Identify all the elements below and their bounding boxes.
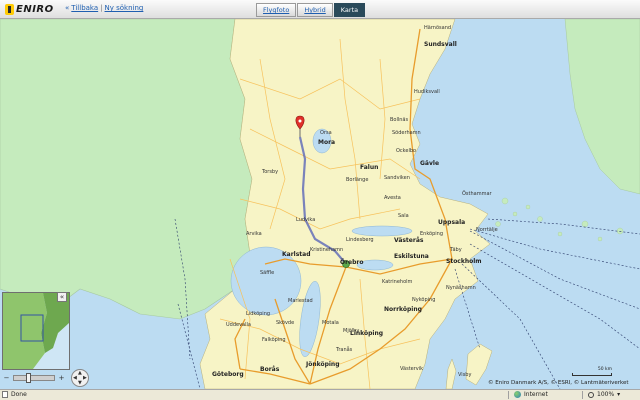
back-arrow-icon: «	[65, 4, 70, 12]
place-label: Sundsvall	[424, 41, 457, 48]
place-label: Hudiksvall	[414, 89, 440, 95]
page-icon	[2, 391, 8, 398]
place-label: Sala	[398, 213, 409, 219]
place-label: Skövde	[276, 320, 294, 326]
place-label: Västervik	[400, 366, 423, 372]
zoom-slider[interactable]	[13, 373, 55, 383]
place-label: Avesta	[384, 195, 401, 201]
map-type-tabs: Flygfoto Hybrid Karta	[256, 3, 366, 17]
place-label: Örebro	[340, 259, 364, 266]
norway-land	[0, 19, 253, 320]
place-label: Orsa	[320, 130, 332, 136]
scale-bar: 50 km	[572, 367, 612, 376]
map-canvas[interactable]: Härnösand Sundsvall Hudiksvall Bollnäs S…	[0, 19, 640, 389]
place-label: Norrköping	[384, 306, 422, 313]
place-label: Tranås	[335, 346, 353, 353]
zoom-slider-thumb[interactable]	[26, 373, 31, 383]
place-label: Östhammar	[462, 190, 493, 197]
place-label: Stockholm	[446, 258, 482, 265]
browser-status-bar: Done Internet 100% ▾	[0, 389, 640, 400]
place-label: Täby	[449, 247, 462, 253]
place-label: Uddevalla	[226, 322, 251, 328]
place-label: Motala	[322, 320, 339, 326]
place-label: Jönköping	[305, 361, 340, 368]
zone-label: Internet	[524, 391, 548, 398]
place-label: Söderhamn	[392, 130, 421, 136]
magnifier-icon	[588, 391, 594, 398]
place-label: Lidköping	[246, 311, 270, 317]
place-label: Nyköping	[412, 297, 435, 303]
place-label: Borås	[260, 366, 280, 373]
place-label: Kristinehamn	[310, 247, 343, 253]
security-zone[interactable]: Internet	[514, 391, 548, 398]
pan-right-icon[interactable]: ▶	[83, 376, 87, 381]
place-label: Mjölby	[343, 328, 359, 334]
place-label: Gävle	[420, 160, 439, 167]
scale-label: 50 km	[597, 367, 612, 372]
place-label: Borlänge	[346, 177, 368, 183]
status-divider	[508, 391, 509, 399]
place-label: Falköping	[262, 337, 286, 343]
eniro-logo-mark	[5, 4, 14, 15]
zoom-level-label: 100%	[597, 391, 615, 398]
globe-icon	[514, 391, 521, 398]
place-label: Sandviken	[384, 175, 410, 181]
place-label: Västerås	[394, 237, 424, 244]
overview-toggle-button[interactable]: «	[57, 292, 67, 302]
place-label: Ockelbo	[396, 148, 416, 154]
back-link[interactable]: Tillbaka	[71, 4, 98, 12]
chevron-down-icon[interactable]: ▾	[617, 391, 620, 398]
place-label: Karlstad	[282, 251, 311, 258]
place-label: Norrtälje	[476, 227, 498, 233]
eniro-logo[interactable]: ENIRO	[5, 3, 54, 16]
tab-map[interactable]: Karta	[333, 3, 366, 17]
place-label: Göteborg	[212, 371, 244, 378]
new-search-link[interactable]: Ny sökning	[105, 4, 144, 12]
place-label: Eskilstuna	[394, 253, 429, 260]
place-label: Ludvika	[296, 217, 315, 223]
place-label: Uppsala	[438, 219, 465, 226]
status-text: Done	[11, 391, 27, 398]
place-label: Visby	[458, 372, 471, 378]
place-label: Nynäshamn	[446, 285, 476, 291]
place-label: Mariestad	[288, 298, 313, 304]
page-zoom[interactable]: 100% ▾	[588, 391, 620, 398]
place-label: Härnösand	[424, 25, 451, 31]
copyright-text: © Eniro Danmark A/S, © ESRI, © Lantmäter…	[488, 380, 629, 386]
pan-control: ▲ ▼ ◀ ▶	[71, 369, 89, 387]
top-toolbar: ENIRO « Tillbaka | Ny sökning Flygfoto H…	[0, 0, 640, 19]
zoom-out-button[interactable]: −	[2, 374, 11, 383]
pan-down-icon[interactable]: ▼	[78, 381, 82, 386]
overview-map[interactable]	[2, 292, 70, 370]
lake-malaren	[351, 225, 413, 237]
place-label: Arvika	[246, 231, 262, 237]
place-label: Katrineholm	[382, 279, 413, 285]
tab-hybrid[interactable]: Hybrid	[297, 3, 333, 17]
tab-aerial[interactable]: Flygfoto	[256, 3, 297, 17]
place-label: Säffle	[260, 270, 274, 276]
back-navigation: « Tillbaka | Ny sökning	[65, 4, 143, 12]
place-label: Mora	[318, 139, 335, 146]
zoom-control: − +	[2, 370, 70, 386]
status-left: Done	[2, 391, 27, 398]
pan-up-icon[interactable]: ▲	[78, 371, 82, 376]
place-label: Bollnäs	[390, 117, 409, 123]
status-divider	[582, 391, 583, 399]
zoom-in-button[interactable]: +	[57, 374, 66, 383]
place-label: Torsby	[261, 169, 278, 175]
nav-separator: |	[100, 4, 103, 12]
place-label: Enköping	[420, 231, 443, 237]
place-label: Lindesberg	[346, 237, 374, 243]
pan-left-icon[interactable]: ◀	[73, 376, 77, 381]
place-label: Falun	[360, 164, 378, 171]
scale-bar-line	[572, 373, 612, 376]
logo-text: ENIRO	[16, 4, 54, 15]
